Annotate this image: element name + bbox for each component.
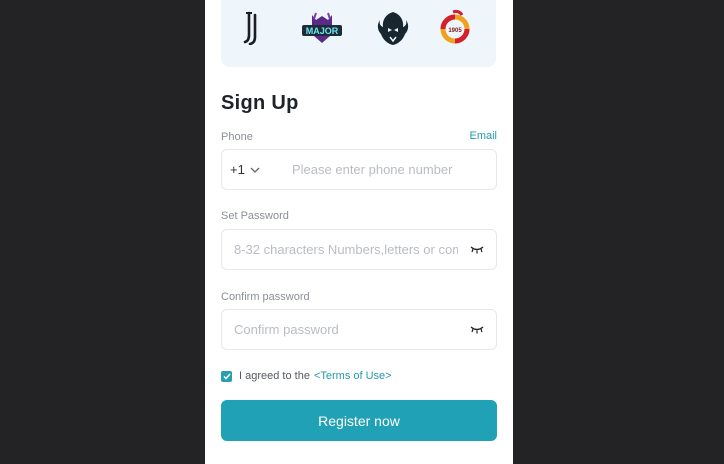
phone-label: Phone: [221, 131, 253, 143]
major-logo-icon: MAJOR: [299, 6, 345, 50]
juventus-logo-icon: [231, 6, 275, 50]
major-logo-text: MAJOR: [306, 26, 339, 36]
eye-closed-icon[interactable]: [470, 244, 484, 254]
agree-checkbox[interactable]: [221, 370, 232, 382]
password-input[interactable]: [234, 230, 458, 269]
country-code-select[interactable]: +1: [230, 150, 260, 189]
dragon-logo-icon: [371, 6, 415, 50]
phone-field: +1: [221, 149, 497, 190]
eye-closed-icon[interactable]: [470, 324, 484, 334]
register-button[interactable]: Register now: [221, 400, 497, 441]
checkmark-icon: [222, 373, 231, 380]
email-switch-link[interactable]: Email: [469, 130, 497, 142]
chevron-down-icon: [250, 167, 260, 173]
phone-input[interactable]: [292, 150, 488, 189]
confirm-password-input[interactable]: [234, 310, 458, 349]
partner-logo-strip: MAJOR 1905: [221, 0, 496, 67]
page-title: Sign Up: [221, 92, 299, 114]
agree-text: I agreed to the: [239, 370, 310, 382]
confirm-password-field: [221, 309, 497, 350]
password-field: [221, 229, 497, 270]
terms-agreement: I agreed to the <Terms of Use>: [221, 370, 392, 382]
galatasaray-logo-icon: 1905: [433, 6, 477, 50]
password-label: Set Password: [221, 210, 289, 222]
terms-of-use-link[interactable]: <Terms of Use>: [314, 370, 392, 382]
signup-panel: MAJOR 1905 Sign Up Phone Email +1 Please…: [205, 0, 513, 464]
confirm-password-label: Confirm password: [221, 291, 310, 303]
galatasaray-logo-text: 1905: [448, 28, 462, 34]
country-code-value: +1: [230, 162, 245, 177]
